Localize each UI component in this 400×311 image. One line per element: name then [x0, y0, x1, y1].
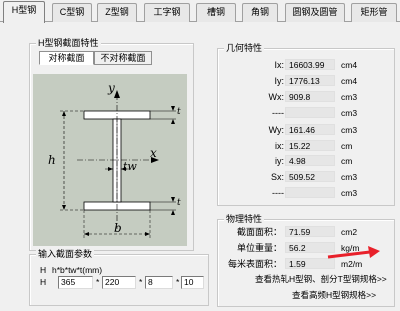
t-input[interactable]: 10 — [181, 276, 204, 289]
format-label: H — [40, 265, 47, 275]
t-label-bottom: t — [177, 198, 181, 208]
geometry-unit: cm3 — [341, 172, 358, 182]
format-text: h*b*tw*t(mm) — [52, 265, 103, 275]
h-label: h — [48, 153, 56, 167]
geometry-unit: cm4 — [341, 60, 358, 70]
geometry-value: 1776.13 — [285, 75, 335, 86]
section-title: H型钢截面特性 — [36, 38, 101, 49]
h-section-drawing — [60, 90, 176, 239]
symmetric-tab[interactable]: 对称截面 — [39, 51, 94, 65]
geometry-value: 509.52 — [285, 171, 335, 182]
sep-1: * — [96, 277, 100, 287]
geometry-label: Ix: — [274, 60, 284, 70]
b-label: b — [114, 221, 122, 235]
geometry-value: 16603.99 — [285, 59, 335, 70]
geometry-label: Iy: — [274, 76, 284, 86]
physical-title: 物理特性 — [224, 214, 265, 225]
tab-c-steel[interactable]: C型钢 — [52, 3, 92, 22]
tw-label: tw — [123, 160, 137, 173]
geometry-label: ix: — [275, 141, 284, 151]
sep-2: * — [139, 277, 143, 287]
geometry-title: 几何特性 — [224, 43, 265, 54]
geometry-label: Wy: — [268, 125, 284, 135]
geometry-unit: cm — [341, 141, 353, 151]
geometry-unit: cm4 — [341, 76, 358, 86]
hot-rolled-spec-link[interactable]: 查看热轧H型钢、剖分T型钢规格>> — [255, 274, 387, 285]
tab-angle[interactable]: 角钢 — [242, 3, 278, 22]
geometry-unit: cm — [341, 156, 353, 166]
sep-3: * — [176, 277, 180, 287]
geometry-value: 4.98 — [285, 155, 335, 166]
red-arrow-icon — [327, 246, 380, 259]
geometry-label: ---- — [272, 108, 284, 118]
geometry-value — [285, 107, 335, 118]
geometry-unit: cm3 — [341, 108, 358, 118]
tab-rect-tube[interactable]: 矩形管 — [351, 3, 397, 22]
physical-label: 每米表面积： — [227, 259, 282, 269]
geometry-label: Wx: — [268, 92, 285, 102]
physical-unit: cm2 — [341, 227, 358, 237]
tab-z-steel[interactable]: Z型钢 — [97, 3, 137, 22]
geometry-value: 161.46 — [285, 124, 335, 135]
geometry-value: 909.8 — [285, 91, 335, 102]
h-input[interactable]: 365 — [58, 276, 93, 289]
h-section-diagram: y x tw h b t t — [33, 74, 187, 246]
geometry-value — [285, 187, 335, 198]
tab-h-steel[interactable]: H型钢 — [3, 1, 45, 23]
t-label-top: t — [177, 107, 181, 117]
physical-label: 单位重量： — [236, 243, 282, 253]
geometry-unit: cm3 — [341, 125, 358, 135]
geometry-value: 15.22 — [285, 140, 335, 151]
tab-i-beam[interactable]: 工字钢 — [144, 3, 190, 22]
geometry-unit: cm3 — [341, 92, 358, 102]
y-axis-label: y — [108, 81, 115, 95]
geometry-label: iy: — [275, 156, 284, 166]
physical-value: 71.59 — [285, 226, 335, 237]
geometry-label: ---- — [272, 188, 284, 198]
row-label: H — [40, 277, 47, 287]
geometry-unit: cm3 — [341, 188, 358, 198]
physical-label: 截面面积： — [236, 227, 282, 237]
tab-channel[interactable]: 槽钢 — [196, 3, 236, 22]
x-axis-label: x — [150, 146, 157, 160]
b-input[interactable]: 220 — [102, 276, 136, 289]
geometry-label: Sx: — [270, 172, 284, 182]
tab-round[interactable]: 圆钢及圆管 — [285, 3, 345, 22]
tw-input[interactable]: 8 — [145, 276, 173, 289]
input-title: 输入截面参数 — [36, 249, 95, 260]
high-freq-spec-link[interactable]: 查看高频H型钢规格>> — [292, 290, 376, 301]
tab-bar: H型钢 C型钢 Z型钢 工字钢 槽钢 角钢 圆钢及圆管 矩形管 — [0, 0, 400, 23]
asymmetric-tab[interactable]: 不对称截面 — [94, 51, 152, 65]
